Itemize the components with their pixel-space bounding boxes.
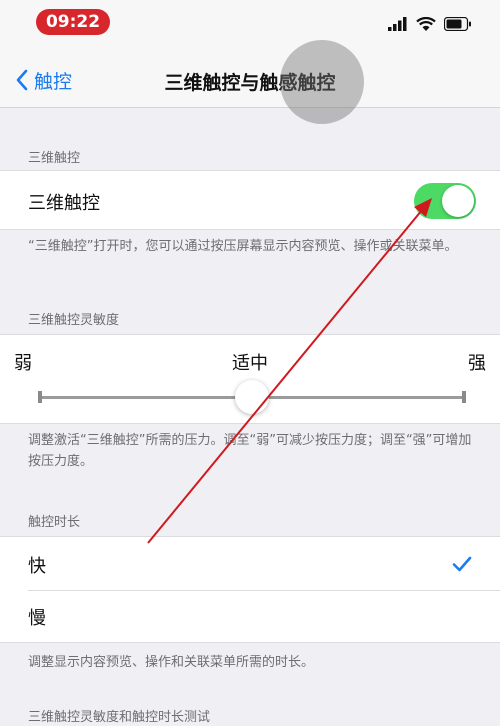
duration-option-fast[interactable]: 快 (0, 537, 500, 590)
duration-options: 快 慢 (0, 536, 500, 643)
slider-label-light: 弱 (14, 353, 32, 374)
slider-label-firm: 强 (468, 353, 486, 374)
status-bar: 09:22 (0, 0, 500, 52)
3d-touch-row: 三维触控 (0, 170, 500, 230)
section-header-3d-touch: 三维触控 (28, 151, 81, 166)
status-time: 09:22 (36, 9, 110, 35)
touch-indicator (280, 40, 364, 124)
slider-tick-max (462, 391, 466, 403)
cellular-signal-icon (388, 17, 407, 31)
duration-footer: 调整显示内容预览、操作和关联菜单所需的时长。 (28, 655, 315, 670)
checkmark-icon (452, 556, 472, 572)
page-title: 三维触控与触感触控 (164, 72, 336, 94)
section-header-duration: 触控时长 (28, 515, 81, 530)
3d-touch-toggle[interactable] (414, 183, 476, 219)
section-header-test: 三维触控灵敏度和触控时长测试 (28, 710, 211, 725)
duration-option-slow-label: 慢 (28, 608, 46, 629)
battery-icon (444, 17, 471, 31)
toggle-knob (442, 185, 474, 217)
status-icons (388, 14, 472, 34)
3d-touch-label: 三维触控 (28, 193, 100, 214)
wifi-icon (416, 16, 436, 31)
section-header-sensitivity: 三维触控灵敏度 (28, 313, 120, 328)
duration-option-slow[interactable]: 慢 (0, 591, 500, 644)
slider-tick-min (38, 391, 42, 403)
duration-option-fast-label: 快 (28, 556, 46, 577)
slider-thumb[interactable] (235, 380, 269, 414)
sensitivity-footer: 调整激活“三维触控”所需的压力。调至“弱”可减少按压力度；调至“强”可增加按压力… (28, 433, 472, 469)
3d-touch-footer: “三维触控”打开时，您可以通过按压屏幕显示内容预览、操作或关联菜单。 (28, 239, 458, 254)
slider-label-medium: 适中 (232, 353, 268, 374)
navigation-bar: 触控 三维触控与触感触控 (0, 52, 500, 108)
sensitivity-slider-row: 弱 适中 强 (0, 334, 500, 424)
